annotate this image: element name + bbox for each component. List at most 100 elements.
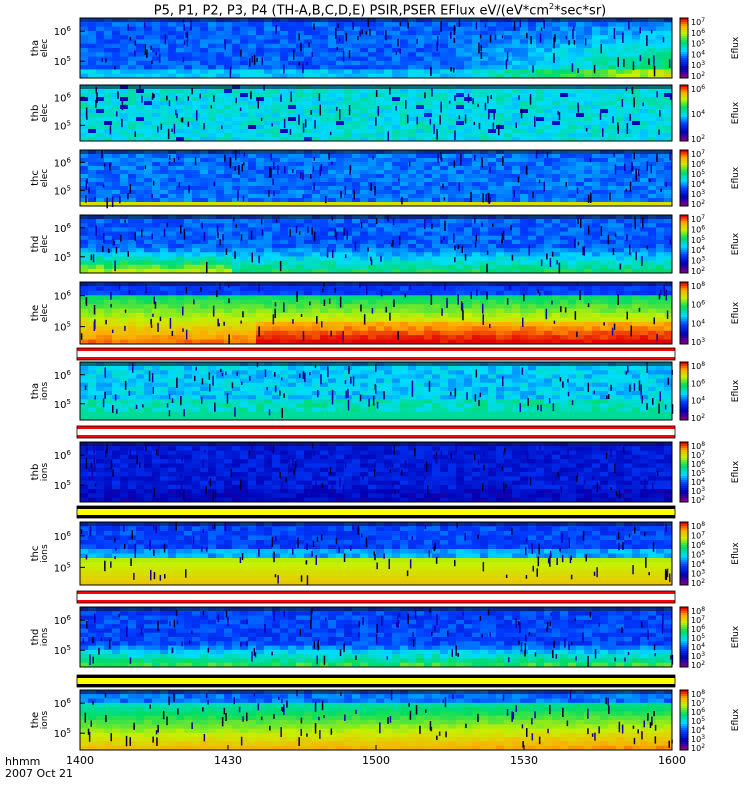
noise-speckle [505, 59, 508, 70]
noise-speckle [171, 128, 173, 132]
heatmap-cell [384, 22, 393, 28]
heatmap-cell [504, 39, 513, 45]
heatmap-cell [544, 125, 553, 130]
heatmap-cell [240, 260, 249, 266]
heatmap-cell [664, 105, 673, 110]
heatmap-cell [96, 162, 105, 167]
noise-speckle [377, 106, 380, 116]
noise-speckle [101, 57, 103, 63]
y-tick-label: 106 [54, 25, 72, 38]
heatmap-cell [80, 89, 89, 94]
heatmap-cell [376, 60, 385, 66]
heatmap-cell [184, 162, 193, 167]
heatmap-cell [176, 248, 185, 253]
noise-speckle [260, 117, 263, 121]
heatmap-cell [408, 239, 417, 245]
heatmap-cell [184, 56, 193, 62]
heatmap-cell [608, 178, 617, 183]
heatmap-cell [96, 166, 105, 171]
heatmap-cell [128, 69, 137, 75]
heatmap-cell [200, 174, 209, 179]
heatmap-cell [664, 227, 673, 233]
heatmap-cell [280, 256, 289, 262]
heatmap-cell [112, 182, 121, 187]
heatmap-cell [664, 190, 673, 195]
heatmap-cell [96, 178, 105, 183]
heatmap-cell [232, 35, 241, 40]
heatmap-cell [432, 198, 441, 203]
heatmap-cell [384, 194, 393, 199]
heatmap-cell [600, 264, 609, 270]
heatmap-cell [104, 326, 113, 332]
heatmap-cell [288, 231, 297, 237]
heatmap-cell [152, 101, 161, 106]
heatmap-cell [584, 121, 593, 126]
heatmap-cell [88, 133, 97, 138]
heatmap-cell [176, 239, 185, 245]
heatmap-cell [104, 35, 113, 40]
heatmap-cell [216, 117, 225, 122]
heatmap-cell [352, 244, 361, 249]
heatmap-cell [568, 182, 577, 187]
heatmap-cell [400, 26, 409, 32]
heatmap-cell [80, 252, 89, 257]
heatmap-cell [304, 56, 313, 62]
heatmap-cell [568, 198, 577, 203]
heatmap-cell [552, 186, 561, 191]
noise-speckle [313, 231, 316, 242]
heatmap-cell [432, 264, 441, 270]
heatmap-cell [600, 65, 609, 70]
noise-speckle [401, 196, 403, 205]
heatmap-cell [608, 244, 617, 249]
heatmap-cell [520, 39, 529, 45]
heatmap-cell [600, 248, 609, 253]
heatmap-cell [616, 69, 625, 75]
noise-speckle [163, 228, 166, 237]
heatmap-cell [104, 264, 113, 270]
heatmap-cell [256, 256, 265, 262]
heatmap-cell [536, 125, 545, 130]
heatmap-cell [376, 97, 385, 102]
heatmap-cell [616, 162, 625, 167]
noise-speckle [656, 91, 658, 98]
heatmap-cell [480, 22, 489, 28]
heatmap-cell [208, 121, 217, 126]
heatmap-cell [280, 239, 289, 245]
heatmap-cell [432, 113, 441, 118]
heatmap-cell [576, 239, 585, 245]
heatmap-cell [488, 248, 497, 253]
heatmap-cell [480, 113, 489, 118]
heatmap-cell [384, 158, 393, 163]
heatmap-cell [560, 48, 569, 53]
heatmap-cell [536, 22, 545, 28]
colorbar-tick-label: 103 [691, 60, 705, 70]
heatmap-cell [152, 304, 161, 310]
heatmap-cell [208, 162, 217, 167]
heatmap-cell [280, 174, 289, 179]
heatmap-cell [384, 56, 393, 62]
heatmap-cell [504, 219, 513, 224]
heatmap-cell [432, 231, 441, 237]
heatmap-cell [592, 194, 601, 199]
noise-speckle [369, 29, 371, 36]
heatmap-cell [664, 22, 673, 28]
heatmap-cell [168, 194, 177, 199]
heatmap-cell [320, 35, 329, 40]
heatmap-cell [272, 158, 281, 163]
heatmap-cell [264, 198, 273, 203]
heatmap-cell [128, 299, 137, 305]
heatmap-cell [568, 264, 577, 270]
heatmap-cell [296, 101, 305, 106]
heatmap-cell [368, 174, 377, 179]
heatmap-cell [176, 162, 185, 167]
heatmap-cell [112, 317, 121, 323]
heatmap-cell [296, 162, 305, 167]
colorbar-label: Eflux [731, 36, 741, 59]
heatmap-cell [368, 158, 377, 163]
heatmap-cell [352, 97, 361, 102]
heatmap-cell [360, 178, 369, 183]
heatmap-cell [304, 133, 313, 138]
heatmap-cell [560, 231, 569, 237]
heatmap-cell [208, 154, 217, 159]
heatmap-cell [344, 30, 353, 36]
